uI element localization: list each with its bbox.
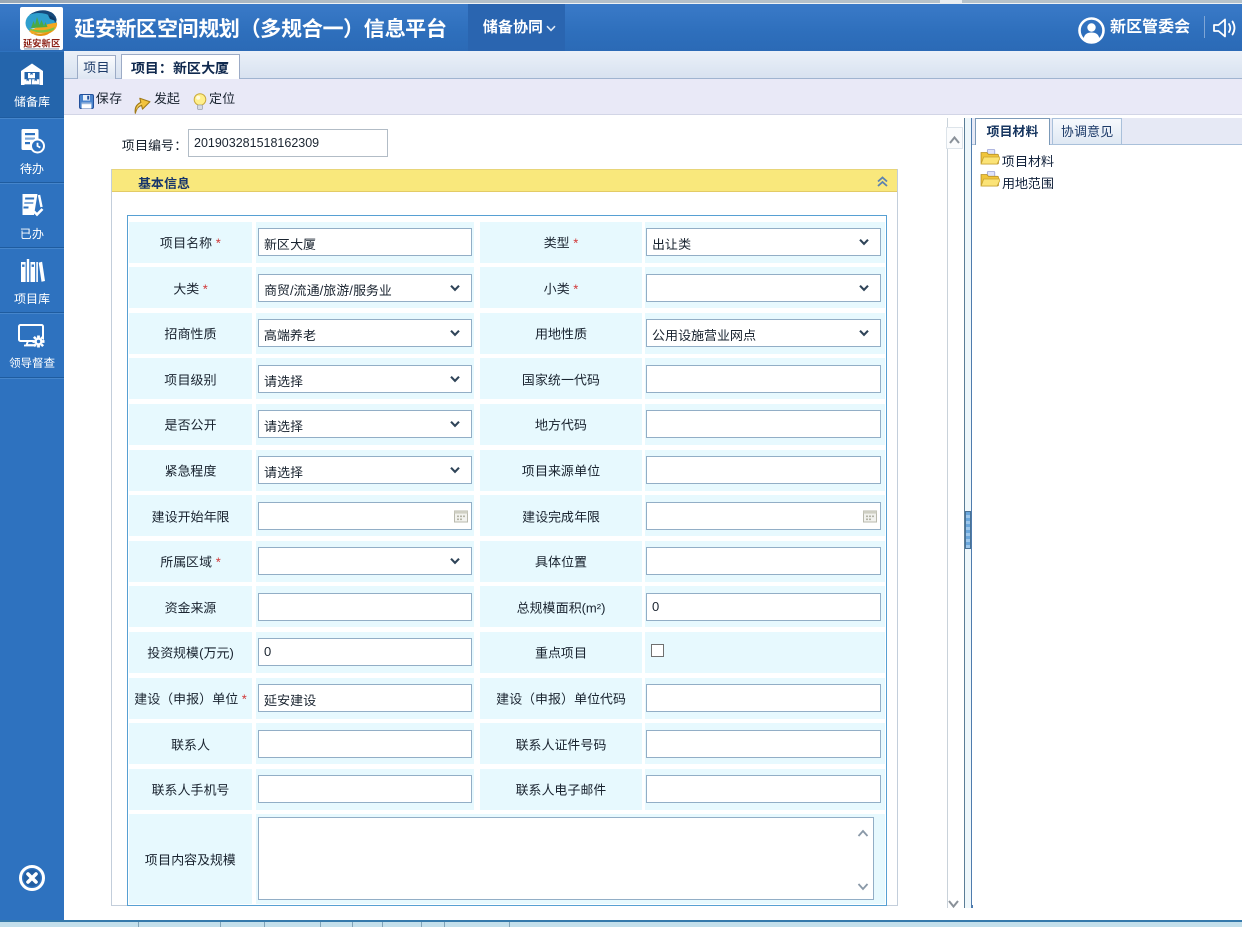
svg-text:延安新区: 延安新区 [22,36,60,50]
